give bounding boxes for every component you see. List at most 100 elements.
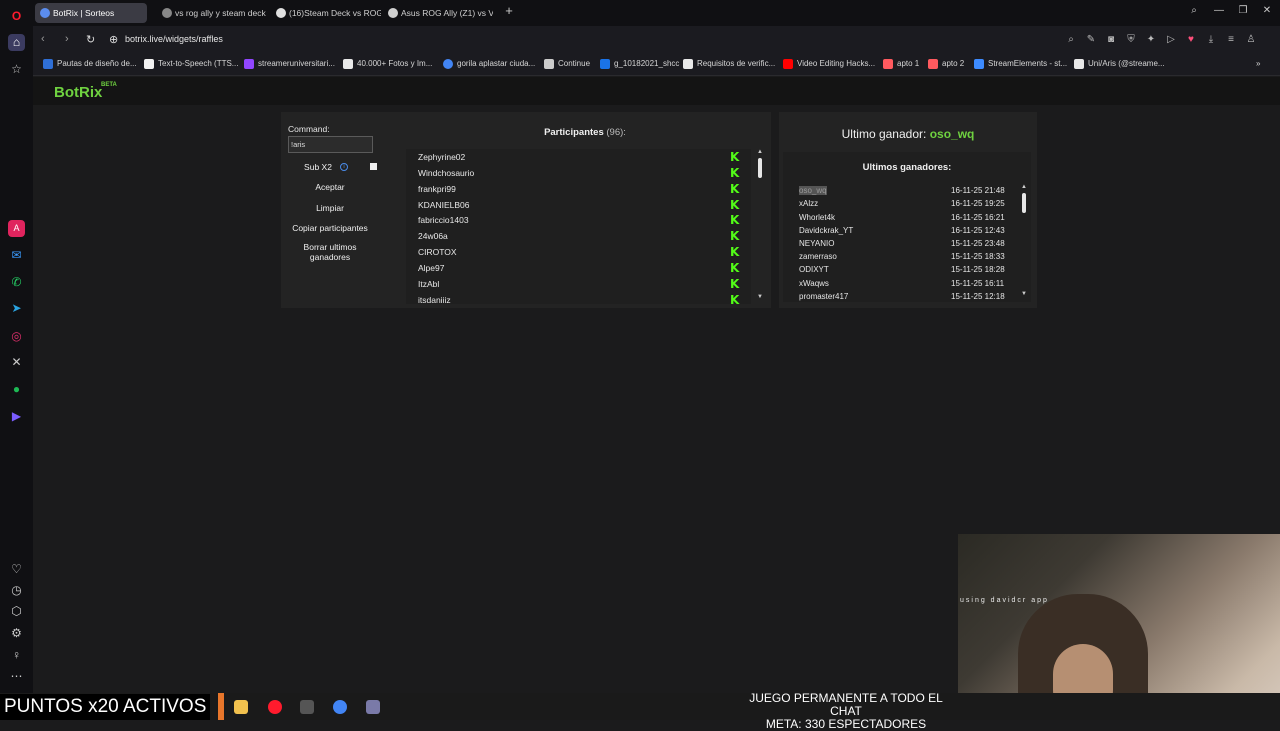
participant-name: Alpe97 [418, 263, 445, 273]
clear-button[interactable]: Limpiar [288, 203, 372, 213]
accept-button[interactable]: Aceptar [288, 182, 372, 192]
opera-logo-icon[interactable]: O [8, 8, 25, 25]
bookmark-item[interactable]: 40.000+ Fotos y Im... [343, 59, 432, 69]
participants-title: Participantes (96): [405, 127, 765, 138]
bookmarks-more-icon[interactable]: » [1256, 59, 1260, 68]
tab-botrix[interactable]: BotRix | Sorteos [35, 3, 147, 23]
bookmark-item[interactable]: Requisitos de verific... [683, 59, 775, 69]
bookmark-icon [1074, 59, 1084, 69]
camera-icon[interactable]: ◙ [1104, 34, 1118, 45]
bookmark-item[interactable]: Video Editing Hacks... [783, 59, 875, 69]
tab-versus[interactable]: Asus ROG Ally (Z1) vs Valv [383, 3, 493, 23]
winner-history-date: 16-11-25 21:48 [951, 186, 1005, 195]
spotify-icon[interactable]: ● [8, 381, 25, 398]
kick-icon: K [730, 150, 740, 164]
new-tab-icon[interactable]: + [501, 3, 517, 18]
lightbulb-icon[interactable]: ♀ [8, 647, 25, 664]
delete-winners-button[interactable]: Borrar ultimos ganadores [288, 242, 372, 262]
extensions-icon[interactable]: ⬡ [8, 603, 25, 620]
tab-tiktok[interactable]: (16)Steam Deck vs ROG A [271, 3, 381, 23]
points-banner: PUNTOS x20 ACTIVOS [0, 694, 211, 720]
telegram-icon[interactable]: ➤ [8, 300, 25, 317]
shield-icon[interactable]: ⛨ [1124, 34, 1138, 45]
bookmark-icon [544, 59, 554, 69]
url-input[interactable]: botrix.live/widgets/raffles [125, 34, 223, 44]
bookmark-icon [883, 59, 893, 69]
winner-history-date: 16-11-25 12:43 [951, 226, 1005, 235]
beta-badge: BETA [101, 82, 117, 88]
profile-icon[interactable]: ♙ [1244, 34, 1258, 45]
participant-name: 24w06a [418, 231, 448, 241]
maximize-icon[interactable]: ❐ [1235, 5, 1251, 16]
scroll-thumb[interactable] [758, 158, 762, 178]
scroll-up-icon[interactable]: ▲ [1021, 184, 1027, 190]
bookmark-item[interactable]: apto 2 [928, 59, 964, 69]
info-icon[interactable]: i [340, 163, 348, 171]
winner-history-date: 16-11-25 19:25 [951, 199, 1005, 208]
player-icon[interactable]: ▶ [8, 408, 25, 425]
reload-icon[interactable]: ↻ [86, 33, 95, 46]
command-input[interactable]: !aris [288, 136, 373, 153]
app-icon[interactable] [366, 700, 380, 714]
winner-history-name: xWaqws [799, 279, 829, 288]
download-icon[interactable]: ⤓ [1204, 34, 1218, 45]
scroll-down-icon[interactable]: ▼ [1021, 291, 1027, 297]
menu-icon[interactable]: ≡ [1224, 34, 1238, 45]
scroll-thumb[interactable] [1022, 193, 1026, 213]
bookmark-item[interactable]: streameruniversitari... [244, 59, 335, 69]
history-icon[interactable]: ◷ [8, 582, 25, 599]
botrix-logo[interactable]: BotRix [54, 84, 102, 101]
more-icon[interactable]: ⋯ [8, 668, 25, 685]
kick-icon: K [730, 277, 740, 291]
kick-icon: K [730, 198, 740, 212]
edit-icon[interactable]: ✎ [1084, 34, 1098, 45]
site-info-icon[interactable]: ⊕ [109, 33, 118, 46]
bookmark-item[interactable]: Text-to-Speech (TTS... [144, 59, 238, 69]
tab-google-search[interactable]: vs rog ally y steam deck - [157, 3, 267, 23]
scroll-down-icon[interactable]: ▼ [757, 294, 763, 300]
opera-icon[interactable] [268, 700, 282, 714]
scroll-up-icon[interactable]: ▲ [757, 149, 763, 155]
app-icon[interactable] [300, 700, 314, 714]
bookmark-item[interactable]: Continue [544, 59, 590, 69]
page-header: BotRix BETA [33, 77, 1280, 105]
search-icon[interactable]: ⌕ [1064, 34, 1078, 45]
favorites-icon[interactable]: ♡ [8, 561, 25, 578]
play-icon[interactable]: ▷ [1164, 34, 1178, 45]
bookmark-item[interactable]: gorila aplastar ciuda... [443, 59, 535, 69]
bookmark-item[interactable]: Uni/Aris (@streame... [1074, 59, 1165, 69]
x-twitter-icon[interactable]: ✕ [8, 354, 25, 371]
webcam-caption: using davidcr app [960, 597, 1049, 604]
bookmarks-bar: Pautas de diseño de... Text-to-Speech (T… [33, 54, 1280, 76]
banner-accent [218, 693, 224, 720]
copy-participants-button[interactable]: Copiar participantes [288, 223, 372, 233]
delete-winners-label-line2: ganadores [309, 252, 351, 262]
winner-history-date: 15-11-25 12:18 [951, 292, 1005, 301]
bookmark-item[interactable]: apto 1 [883, 59, 919, 69]
forward-icon[interactable]: › [65, 33, 69, 45]
back-icon[interactable]: ‹ [41, 33, 45, 45]
sub-x2-checkbox[interactable] [370, 163, 377, 170]
messenger-icon[interactable]: ✉ [8, 247, 25, 264]
close-icon[interactable]: ✕ [1259, 5, 1275, 16]
bookmark-item[interactable]: g_10182021_shcc [600, 59, 679, 69]
vpn-icon[interactable]: ✦ [1144, 34, 1158, 45]
chrome-icon[interactable] [333, 700, 347, 714]
speed-dial-icon[interactable]: ☆ [8, 61, 25, 78]
search-tabs-icon[interactable]: ⌕ [1186, 5, 1202, 16]
participant-name: ItzAbl [418, 279, 440, 289]
minimize-icon[interactable]: — [1211, 5, 1227, 16]
settings-icon[interactable]: ⚙ [8, 625, 25, 642]
aria-icon[interactable]: A [8, 220, 25, 237]
participants-scrollbar[interactable]: ▲ ▼ [756, 149, 764, 304]
folder-icon[interactable] [234, 700, 248, 714]
winners-scrollbar[interactable]: ▲ ▼ [1020, 184, 1028, 300]
bookmark-item[interactable]: StreamElements - st... [974, 59, 1067, 69]
home-icon[interactable]: ⌂ [8, 34, 25, 51]
kick-icon: K [730, 245, 740, 259]
bookmark-icon [443, 59, 453, 69]
heart-icon[interactable]: ♥ [1184, 34, 1198, 45]
instagram-icon[interactable]: ◎ [8, 328, 25, 345]
bookmark-item[interactable]: Pautas de diseño de... [43, 59, 137, 69]
whatsapp-icon[interactable]: ✆ [8, 274, 25, 291]
